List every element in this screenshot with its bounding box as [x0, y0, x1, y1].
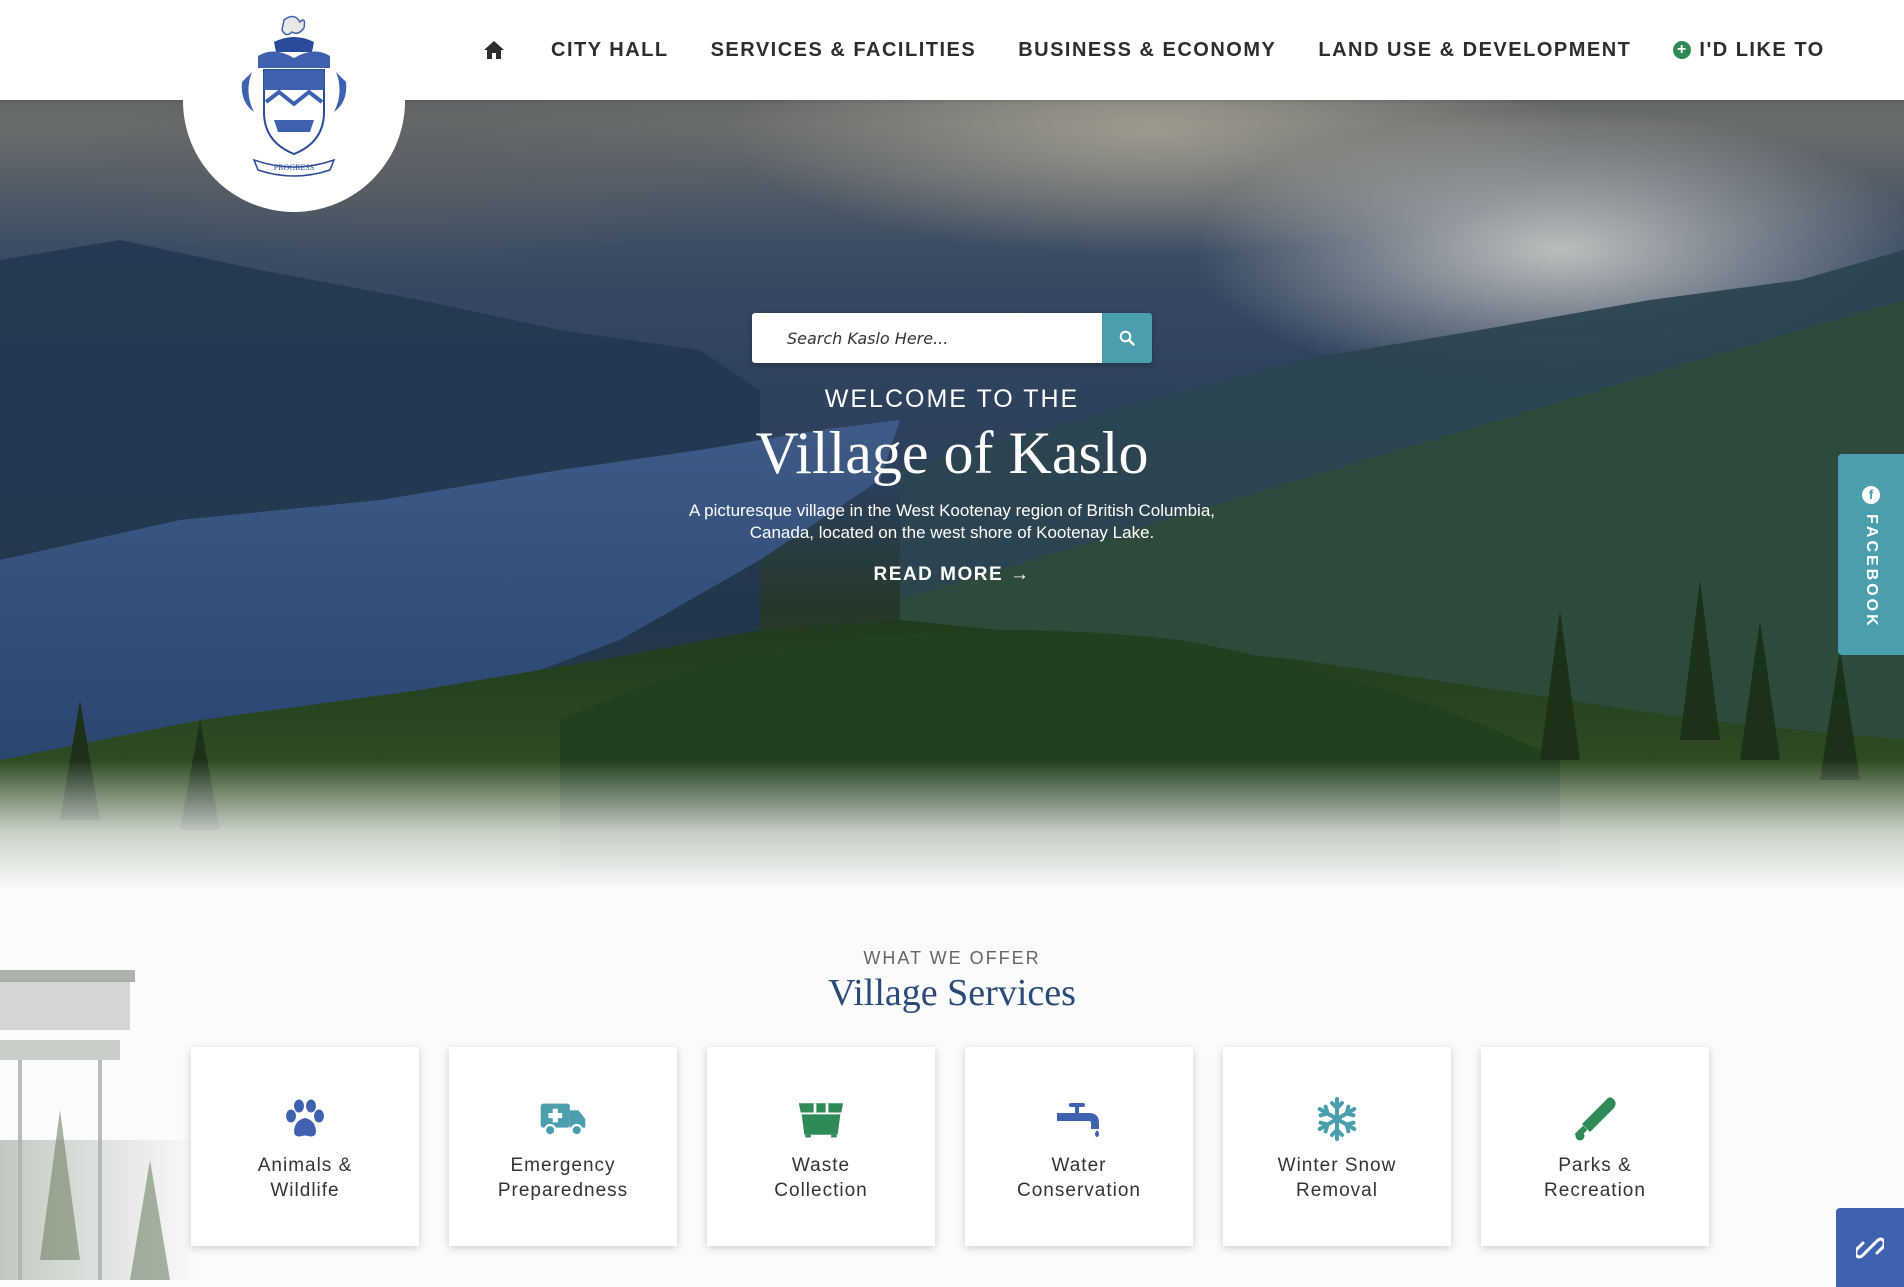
read-more-link[interactable]: READ MORE →	[874, 564, 1031, 586]
read-more-label: READ MORE	[873, 564, 1004, 585]
services-cards: Animals & Wildlife Emergency Preparednes…	[191, 1047, 1739, 1246]
main-navigation: City Hall Services & Facilities Business…	[483, 0, 1867, 100]
nav-home[interactable]	[483, 40, 505, 60]
nav-city-hall[interactable]: City Hall	[551, 39, 669, 62]
search-button[interactable]	[1102, 313, 1152, 363]
service-card-water-conservation[interactable]: Water Conservation	[965, 1047, 1193, 1246]
search-icon	[1119, 330, 1135, 346]
coat-of-arms-crest-icon: PROGRESS	[241, 15, 347, 177]
home-icon	[484, 41, 504, 59]
link-icon	[1856, 1237, 1884, 1258]
service-label: Parks & Recreation	[1544, 1155, 1646, 1201]
service-label: Waste Collection	[774, 1155, 868, 1201]
search-input[interactable]	[752, 313, 1102, 363]
nav-id-like-to[interactable]: + I'd Like To	[1673, 39, 1824, 62]
service-label: Emergency Preparedness	[497, 1155, 629, 1201]
facebook-tab[interactable]: f FACEBOOK	[1838, 454, 1904, 655]
hero-text: WELCOME TO THE Village of Kaslo A pictur…	[652, 385, 1252, 586]
nav-services-facilities[interactable]: Services & Facilities	[711, 39, 977, 62]
site-search	[752, 313, 1152, 363]
services-title: Village Services	[828, 972, 1076, 1014]
service-card-winter-snow-removal[interactable]: Winter Snow Removal	[1223, 1047, 1451, 1246]
paw-icon	[281, 1095, 329, 1143]
service-label: Water Conservation	[1017, 1155, 1141, 1201]
facebook-icon: f	[1862, 486, 1880, 504]
plus-circle-icon: +	[1673, 41, 1692, 59]
faucet-icon	[1055, 1095, 1103, 1143]
service-label: Animals & Wildlife	[257, 1155, 353, 1201]
services-eyebrow: WHAT WE OFFER	[863, 948, 1041, 968]
logo-motto: PROGRESS	[274, 163, 314, 172]
floating-link-button[interactable]	[1836, 1208, 1904, 1287]
lookout-tower-image	[0, 970, 200, 1280]
facebook-label: FACEBOOK	[1863, 514, 1880, 629]
arrow-right-icon: →	[1009, 564, 1031, 585]
dumpster-icon	[797, 1095, 845, 1143]
service-label: Winter Snow Removal	[1277, 1155, 1397, 1201]
service-card-waste-collection[interactable]: Waste Collection	[707, 1047, 935, 1246]
baseball-bat-icon	[1571, 1095, 1619, 1143]
services-heading: WHAT WE OFFER Village Services	[752, 948, 1152, 1015]
nav-business-economy[interactable]: Business & Economy	[1018, 39, 1276, 62]
hero-title: Village of Kaslo	[755, 420, 1149, 486]
snowflake-icon	[1313, 1095, 1361, 1143]
hero-eyebrow: WELCOME TO THE	[824, 385, 1080, 413]
nav-land-use-development[interactable]: Land Use & Development	[1318, 39, 1631, 62]
service-card-animals-wildlife[interactable]: Animals & Wildlife	[191, 1047, 419, 1246]
hero-fade-overlay	[0, 760, 1904, 890]
village-logo[interactable]: PROGRESS	[183, 0, 405, 212]
service-card-emergency-preparedness[interactable]: Emergency Preparedness	[449, 1047, 677, 1246]
hero-description: A picturesque village in the West Kooten…	[688, 501, 1216, 542]
nav-id-like-to-label: I'd Like To	[1699, 38, 1825, 61]
ambulance-icon	[539, 1095, 587, 1143]
service-card-parks-recreation[interactable]: Parks & Recreation	[1481, 1047, 1709, 1246]
